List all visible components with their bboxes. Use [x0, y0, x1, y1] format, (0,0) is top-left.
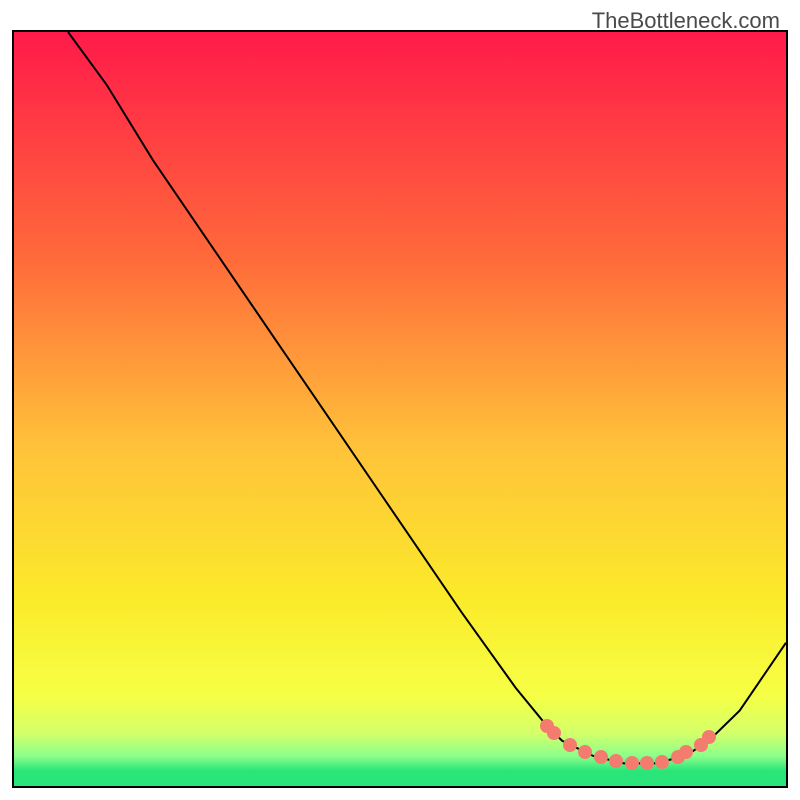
- marker-dot: [609, 754, 623, 768]
- marker-dot: [625, 756, 639, 770]
- marker-dot: [702, 730, 716, 744]
- marker-dot: [679, 745, 693, 759]
- marker-dot: [594, 750, 608, 764]
- marker-dot: [563, 738, 577, 752]
- marker-dot: [640, 756, 654, 770]
- watermark-text: TheBottleneck.com: [592, 8, 780, 34]
- marker-dot: [547, 726, 561, 740]
- marker-dot: [578, 745, 592, 759]
- marker-dots-layer: [14, 32, 786, 786]
- marker-dot: [655, 755, 669, 769]
- plot-area: [12, 30, 788, 788]
